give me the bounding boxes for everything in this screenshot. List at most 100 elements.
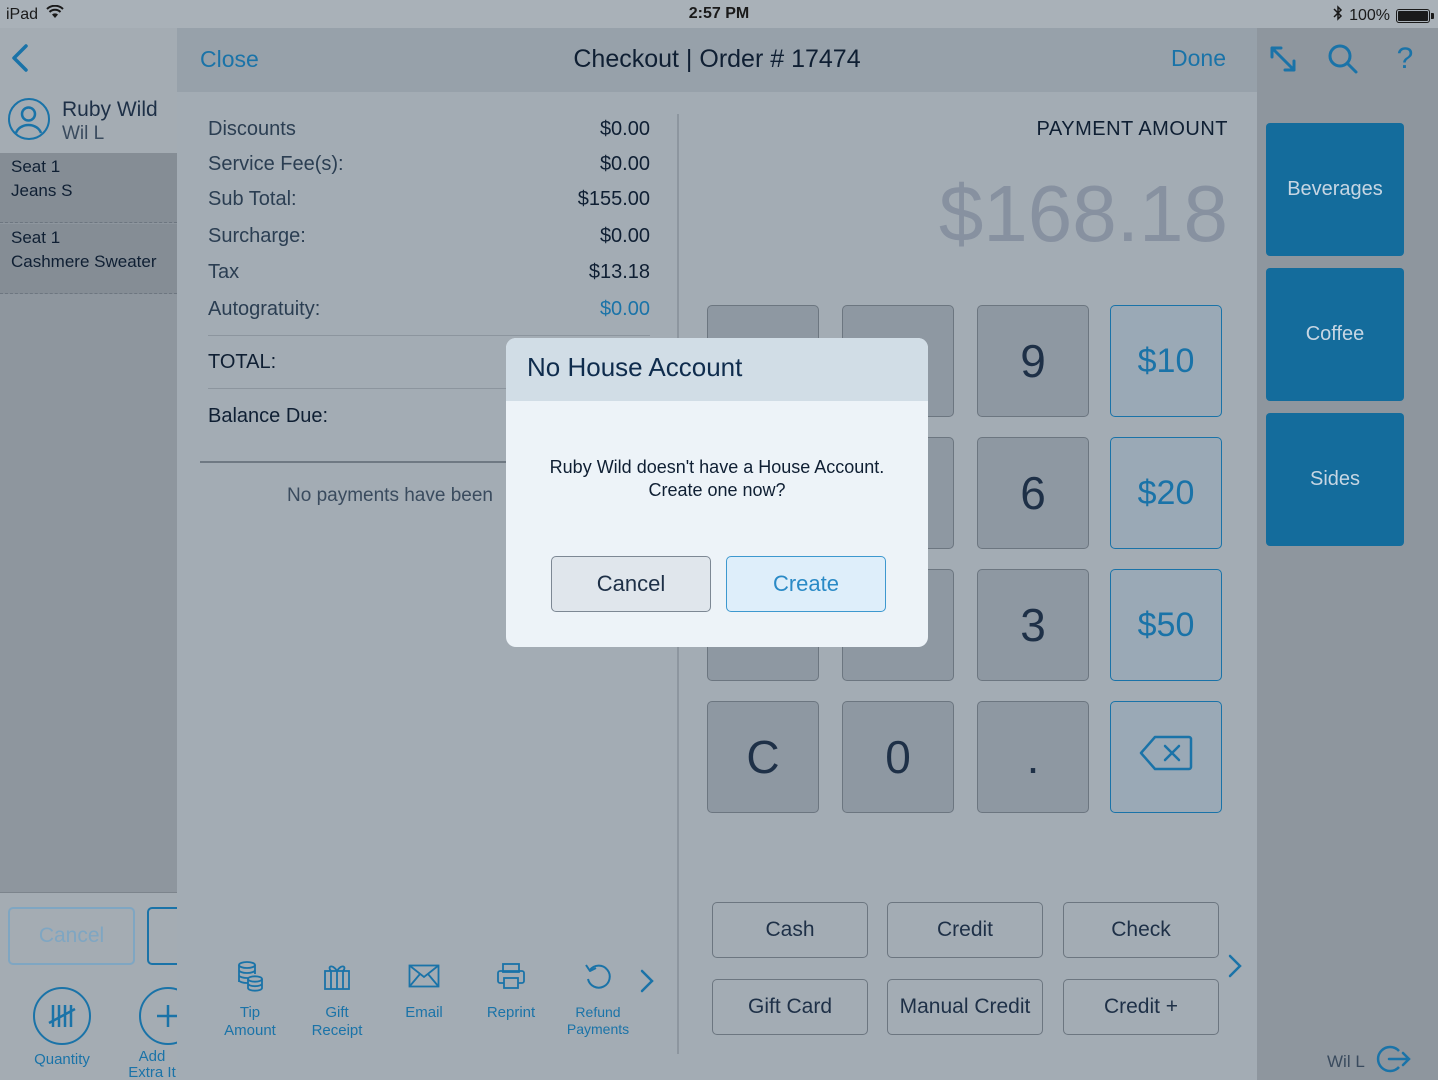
battery-icon: [1396, 8, 1434, 23]
backspace-button[interactable]: [1110, 701, 1222, 813]
autogratuity-value[interactable]: $0.00: [600, 298, 650, 321]
category-tile-coffee[interactable]: Coffee: [1266, 268, 1404, 401]
summary-value: $155.00: [577, 188, 650, 210]
order-actions: Cancel Quantity Add Extra It: [0, 892, 197, 1080]
no-payments-text: No payments have been: [287, 485, 493, 506]
category-panel: ? Beverages Coffee Sides Wil L: [1257, 28, 1438, 1080]
summary-label: Sub Total:: [208, 188, 297, 210]
quick-amount-50-button[interactable]: $50: [1110, 569, 1222, 681]
cash-button[interactable]: Cash: [712, 902, 868, 958]
tally-icon: [33, 987, 91, 1045]
payment-amount-value[interactable]: $168.18: [939, 168, 1228, 260]
current-user-name: Wil L: [1327, 1051, 1365, 1071]
refund-icon: [558, 958, 638, 994]
refund-payments-button[interactable]: Refund Payments: [558, 958, 638, 1038]
help-icon[interactable]: ?: [1388, 42, 1422, 76]
credit-plus-button[interactable]: Credit +: [1063, 979, 1219, 1035]
summary-row-service-fees: Service Fee(s): $0.00: [208, 153, 650, 176]
summary-label: Tax: [208, 261, 240, 283]
dialog-message: Ruby Wild doesn't have a House Account. …: [549, 457, 885, 500]
customer-name: Ruby Wild: [62, 98, 158, 121]
summary-value: $0.00: [599, 153, 650, 175]
keypad-key-6[interactable]: 6: [977, 437, 1089, 549]
checkout-header: Close Checkout | Order # 17474 Done: [177, 28, 1257, 92]
manual-credit-button[interactable]: Manual Credit: [887, 979, 1043, 1035]
summary-label: Discounts: [208, 118, 296, 140]
tool-label: Tip Amount: [224, 1004, 276, 1039]
status-right: 100%: [1333, 5, 1434, 26]
category-tile-beverages[interactable]: Beverages: [1266, 123, 1404, 256]
summary-row-tax: Tax $13.18: [208, 261, 650, 284]
bluetooth-icon: [1333, 5, 1343, 26]
dialog-title: No House Account: [506, 338, 928, 401]
order-panel: Ruby Wild Wil L Seat 1 Jeans S Seat 1 Ca…: [0, 28, 197, 1080]
summary-row-autogratuity[interactable]: Autogratuity: $0.00: [208, 298, 650, 321]
add-extra-label: Add Extra It: [128, 1048, 176, 1080]
email-button[interactable]: Email: [384, 958, 464, 1022]
dialog-create-button[interactable]: Create: [726, 556, 886, 612]
quick-amount-10-button[interactable]: $10: [1110, 305, 1222, 417]
back-chevron-icon[interactable]: [8, 42, 32, 74]
checkout-title: Checkout | Order # 17474: [573, 45, 861, 73]
order-header: Ruby Wild Wil L: [0, 28, 177, 153]
keypad-key-9[interactable]: 9: [977, 305, 1089, 417]
summary-value: $13.18: [588, 261, 650, 283]
keypad-key-decimal[interactable]: .: [977, 701, 1089, 813]
summary-label: Autogratuity:: [208, 298, 321, 320]
order-item[interactable]: Seat 1 Cashmere Sweater: [0, 224, 177, 294]
order-item-name: Cashmere Sweater: [11, 252, 157, 271]
payment-amount-label: PAYMENT AMOUNT: [1036, 118, 1228, 140]
order-item[interactable]: Seat 1 Jeans S: [0, 153, 177, 223]
done-button[interactable]: Done: [1171, 45, 1226, 72]
coins-icon: [210, 958, 290, 994]
check-button[interactable]: Check: [1063, 902, 1219, 958]
status-time: 2:57 PM: [688, 5, 750, 22]
payment-methods-next-chevron-icon[interactable]: [1227, 953, 1243, 984]
summary-label: Surcharge:: [208, 225, 306, 247]
keypad-key-clear[interactable]: C: [707, 701, 819, 813]
server-name: Wil L: [62, 123, 105, 144]
tool-label: Reprint: [486, 1004, 536, 1021]
quantity-label: Quantity: [34, 1051, 90, 1068]
printer-icon: [471, 958, 551, 994]
quick-amount-20-button[interactable]: $20: [1110, 437, 1222, 549]
summary-row-discounts: Discounts $0.00: [208, 118, 650, 141]
tool-label: Gift Receipt: [311, 1004, 363, 1039]
tools-next-chevron-icon[interactable]: [639, 968, 655, 999]
total-label: TOTAL:: [208, 351, 277, 373]
summary-value: $0.00: [599, 118, 650, 140]
order-item-name: Jeans S: [11, 181, 73, 200]
summary-label: Service Fee(s):: [208, 153, 344, 175]
cancel-order-button[interactable]: Cancel: [8, 907, 135, 965]
credit-button[interactable]: Credit: [887, 902, 1043, 958]
gift-card-button[interactable]: Gift Card: [712, 979, 868, 1035]
gift-receipt-button[interactable]: Gift Receipt: [297, 958, 377, 1040]
balance-due-label: Balance Due:: [208, 405, 329, 427]
gift-icon: [297, 958, 377, 994]
expand-icon[interactable]: [1266, 42, 1300, 76]
tip-amount-button[interactable]: Tip Amount: [210, 958, 290, 1040]
current-user: Wil L: [1327, 1044, 1411, 1079]
backspace-icon: [1139, 735, 1193, 780]
reprint-button[interactable]: Reprint: [471, 958, 551, 1022]
keypad-key-0[interactable]: 0: [842, 701, 954, 813]
summary-row-surcharge: Surcharge: $0.00: [208, 225, 650, 248]
customer-info[interactable]: Ruby Wild Wil L: [8, 96, 177, 152]
summary-row-subtotal: Sub Total: $155.00: [208, 188, 650, 211]
tool-label: Refund Payments: [566, 1004, 630, 1037]
no-house-account-dialog: No House Account Ruby Wild doesn't have …: [506, 338, 928, 647]
summary-value: $0.00: [599, 225, 650, 247]
order-item-seat: Seat 1: [11, 228, 61, 247]
status-bar: iPad 2:57 PM 100%: [0, 0, 1438, 28]
quantity-button[interactable]: Quantity: [27, 987, 97, 1068]
avatar-icon: [8, 98, 50, 140]
order-item-seat: Seat 1: [11, 157, 61, 176]
keypad-key-3[interactable]: 3: [977, 569, 1089, 681]
category-tile-sides[interactable]: Sides: [1266, 413, 1404, 546]
summary-divider: [208, 335, 650, 336]
logout-icon[interactable]: [1375, 1044, 1411, 1079]
dialog-cancel-button[interactable]: Cancel: [551, 556, 711, 612]
envelope-icon: [384, 958, 464, 994]
tool-label: Email: [405, 1004, 443, 1021]
search-icon[interactable]: [1326, 42, 1360, 76]
